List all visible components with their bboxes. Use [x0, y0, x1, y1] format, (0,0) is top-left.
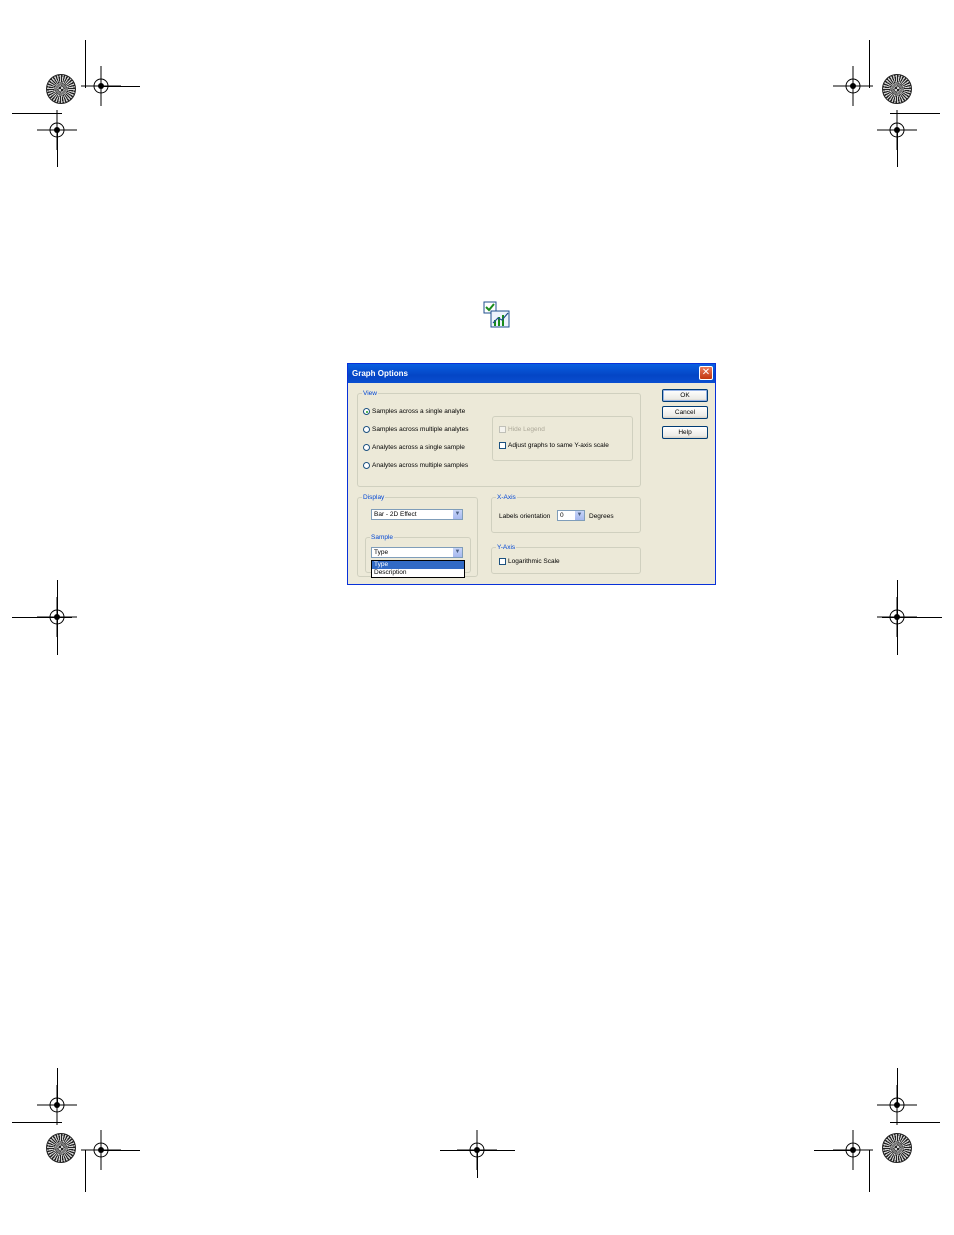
labels-orientation-value: 0 — [560, 512, 564, 519]
radio-button[interactable] — [363, 426, 370, 433]
crop-line — [890, 1122, 940, 1123]
sample-select-value: Type — [374, 549, 389, 556]
help-button[interactable]: Help — [662, 426, 708, 439]
registration-starburst-icon — [46, 74, 76, 104]
registration-starburst-icon — [882, 74, 912, 104]
radio-label: Analytes across a single sample — [372, 444, 465, 451]
crop-line — [57, 1068, 58, 1105]
crop-line — [897, 130, 898, 167]
registration-target-icon — [833, 66, 873, 106]
radio-label: Analytes across multiple samples — [372, 462, 469, 469]
radio-button-selected[interactable] — [363, 408, 370, 415]
checkbox[interactable] — [499, 442, 506, 449]
radio-samples-multiple-analytes[interactable]: Samples across multiple analytes — [363, 426, 468, 433]
logarithmic-scale-label: Logarithmic Scale — [508, 558, 560, 565]
crop-line — [12, 617, 72, 618]
ok-button[interactable]: OK — [662, 389, 708, 402]
radio-label: Samples across a single analyte — [372, 408, 466, 415]
graph-options-icon[interactable] — [483, 301, 511, 329]
crop-line — [814, 1150, 854, 1151]
display-group-label: Display — [362, 493, 386, 502]
registration-starburst-icon — [46, 1133, 76, 1163]
crop-line — [85, 40, 86, 88]
dropdown-option-type[interactable]: Type — [372, 561, 464, 569]
cancel-button[interactable]: Cancel — [662, 406, 708, 419]
registration-starburst-icon — [882, 1133, 912, 1163]
crop-line — [57, 130, 58, 167]
hide-legend-label: Hide Legend — [508, 426, 545, 433]
crop-line — [12, 1122, 62, 1123]
adjust-graphs-label: Adjust graphs to same Y-axis scale — [508, 442, 609, 449]
crop-line — [869, 1150, 870, 1192]
crop-line — [85, 1150, 86, 1192]
sample-dropdown-list[interactable]: Type Description — [371, 560, 465, 578]
dialog-title: Graph Options — [352, 369, 408, 378]
radio-analytes-single-sample[interactable]: Analytes across a single sample — [363, 444, 465, 451]
close-button[interactable]: ✕ — [699, 366, 713, 380]
close-icon: ✕ — [701, 367, 711, 378]
chevron-down-icon[interactable]: ▼ — [453, 548, 462, 557]
crop-line — [897, 1068, 898, 1105]
radio-label: Samples across multiple analytes — [372, 426, 469, 433]
checkbox-disabled — [499, 426, 506, 433]
degrees-label: Degrees — [589, 513, 614, 520]
radio-samples-single-analyte[interactable]: Samples across a single analyte — [363, 408, 465, 415]
display-type-select[interactable]: Bar - 2D Effect ▼ — [371, 509, 463, 520]
dialog-titlebar[interactable]: Graph Options ✕ — [348, 364, 715, 383]
labels-orientation-select[interactable]: 0 ▼ — [557, 510, 585, 521]
chevron-down-icon[interactable]: ▼ — [453, 510, 462, 519]
dropdown-option-description[interactable]: Description — [372, 569, 464, 577]
crop-line — [869, 40, 870, 88]
crop-line — [477, 1150, 478, 1178]
crop-line — [890, 113, 940, 114]
logarithmic-scale-checkbox[interactable]: Logarithmic Scale — [499, 558, 560, 565]
graph-options-dialog: Graph Options ✕ View Samples across a si… — [347, 363, 716, 585]
legend-options-group — [492, 416, 633, 461]
radio-button[interactable] — [363, 444, 370, 451]
hide-legend-checkbox: Hide Legend — [499, 426, 545, 433]
sample-group-label: Sample — [370, 533, 395, 542]
crop-line — [12, 113, 62, 114]
radio-button[interactable] — [363, 462, 370, 469]
view-group-label: View — [362, 389, 378, 398]
display-type-value: Bar - 2D Effect — [374, 511, 417, 518]
crop-line — [882, 617, 942, 618]
radio-analytes-multiple-samples[interactable]: Analytes across multiple samples — [363, 462, 468, 469]
chevron-down-icon[interactable]: ▼ — [575, 511, 584, 520]
labels-orientation-label: Labels orientation — [499, 513, 551, 520]
crop-line — [100, 1150, 140, 1151]
x-axis-group-label: X-Axis — [496, 493, 517, 502]
sample-select[interactable]: Type ▼ — [371, 547, 463, 558]
checkbox[interactable] — [499, 558, 506, 565]
crop-line — [100, 86, 140, 87]
adjust-graphs-checkbox[interactable]: Adjust graphs to same Y-axis scale — [499, 442, 609, 449]
y-axis-group-label: Y-Axis — [496, 543, 517, 552]
